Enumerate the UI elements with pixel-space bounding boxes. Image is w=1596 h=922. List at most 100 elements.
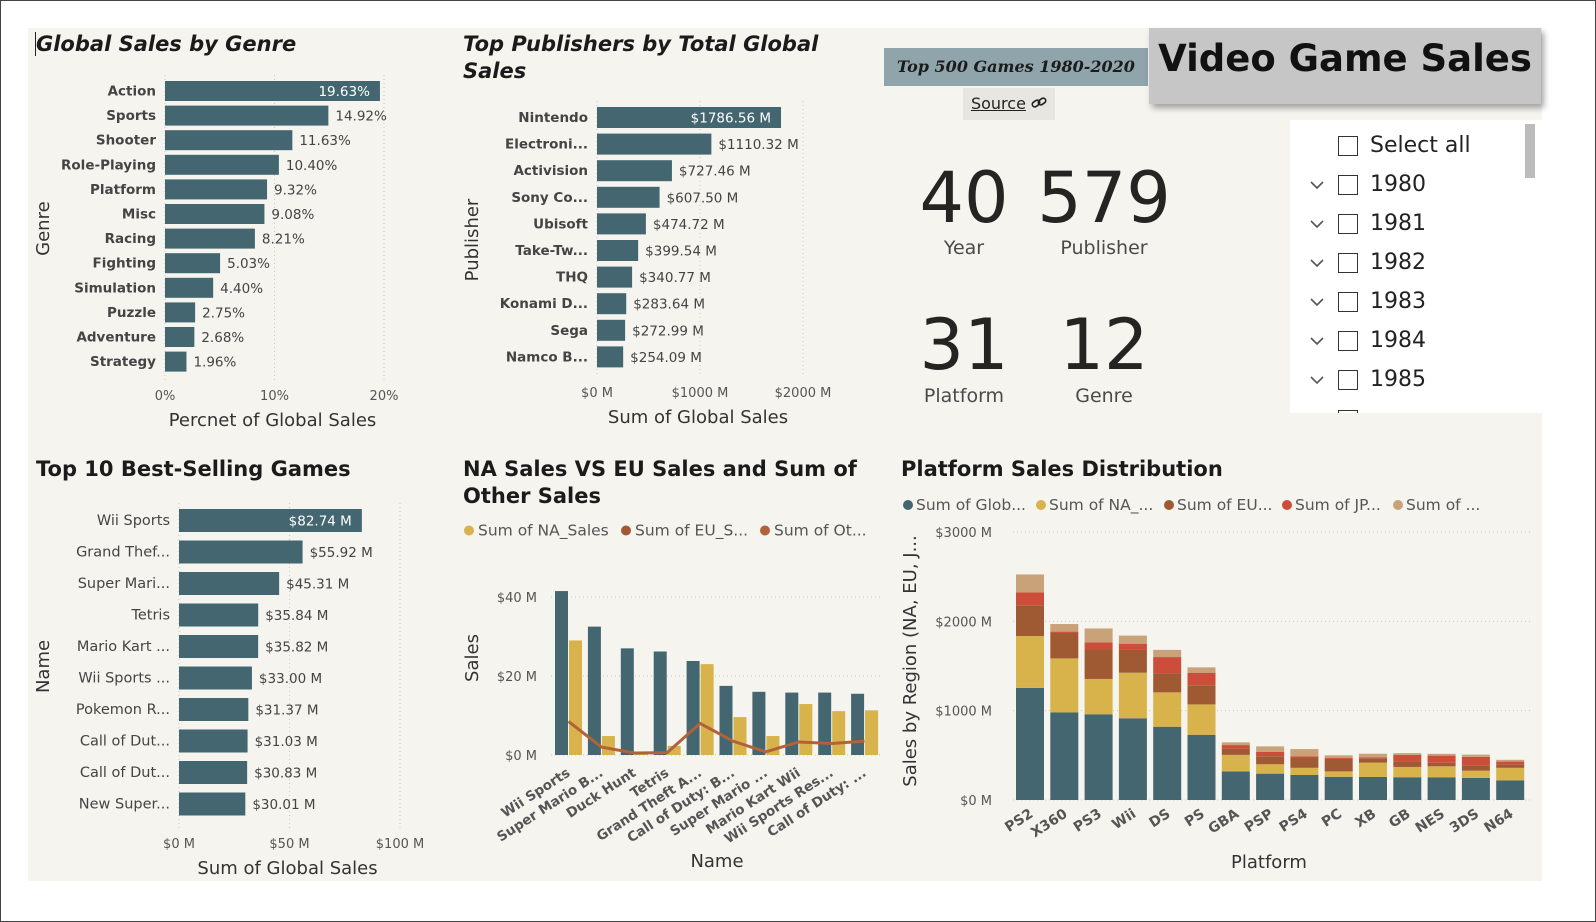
bar-segment: [1256, 756, 1285, 765]
kpi-publisher-label: Publisher: [1060, 237, 1148, 259]
x-axis-title: Sum of Global Sales: [608, 407, 788, 428]
kpi-platform-label: Platform: [923, 385, 1005, 407]
category-label: THQ: [556, 270, 588, 286]
bar: [597, 266, 633, 288]
bar: [851, 693, 865, 755]
chart-title-games: Top 10 Best-Selling Games: [36, 457, 351, 481]
data-label: $30.83 M: [254, 766, 317, 782]
x-tick-label: $50 M: [269, 837, 309, 852]
bar-segment: [1050, 712, 1079, 800]
slicer-item-label: 1983: [1370, 289, 1426, 314]
bar-segment: [1016, 592, 1044, 606]
bar: [165, 302, 196, 323]
bar: [818, 692, 832, 755]
bar-segment: [1359, 776, 1387, 800]
chart-title-platform: Platform Sales Distribution: [901, 457, 1223, 481]
bar-segment: [1221, 748, 1250, 755]
bar: [832, 711, 846, 755]
data-label: $55.92 M: [310, 545, 373, 561]
checkbox-icon[interactable]: [1338, 136, 1358, 156]
data-label: $1110.32 M: [718, 137, 798, 153]
bar: [752, 691, 766, 755]
bar-segment: [1153, 692, 1182, 727]
checkbox-icon[interactable]: [1338, 214, 1358, 234]
bar-segment: [1187, 672, 1216, 686]
x-tick-label: GB: [1386, 806, 1413, 831]
x-tick-label: 0%: [155, 389, 176, 404]
bar: [686, 660, 700, 755]
bar-segment: [1461, 765, 1490, 771]
data-label: $31.03 M: [255, 734, 318, 750]
bar: [569, 640, 582, 755]
y-tick-label: $40 M: [497, 591, 537, 606]
bar: [597, 160, 672, 182]
checkbox-icon[interactable]: [1338, 253, 1358, 273]
slicer-item-1982[interactable]: 1982: [1290, 250, 1522, 284]
na-eu-chart: Sum of NA_Sales Sum of EU_S... Sum of Ot..…: [462, 522, 880, 872]
x-tick-label: PS3: [1071, 806, 1105, 836]
data-label: $30.01 M: [252, 797, 315, 813]
checkbox-icon[interactable]: [1338, 370, 1358, 390]
chevron-down-icon[interactable]: [1308, 293, 1326, 311]
bar: [179, 603, 259, 627]
bar-segment: [1427, 777, 1456, 800]
y-axis-title: Publisher: [462, 198, 483, 281]
bar: [620, 648, 634, 755]
category-label: Activision: [513, 163, 588, 179]
bar-segment: [1496, 780, 1525, 800]
bar-segment: [1016, 636, 1044, 688]
slicer-item-1983[interactable]: 1983: [1290, 289, 1522, 323]
data-label: 2.68%: [201, 330, 244, 346]
source-button[interactable]: Source: [963, 88, 1055, 120]
checkbox-icon[interactable]: [1338, 410, 1358, 413]
x-tick-label: 20%: [370, 389, 399, 404]
y-tick-label: $20 M: [497, 670, 537, 685]
bar-segment: [1084, 678, 1113, 715]
slicer-item-partial[interactable]: [1290, 407, 1522, 413]
x-tick-label: Wii: [1109, 806, 1139, 833]
slicer-item-1984[interactable]: 1984: [1290, 328, 1522, 362]
checkbox-icon[interactable]: [1338, 292, 1358, 312]
chevron-down-icon[interactable]: [1308, 371, 1326, 389]
slicer-item-1981[interactable]: 1981: [1290, 211, 1522, 245]
slicer-item-1985[interactable]: 1985: [1290, 367, 1522, 401]
bar-segment: [1084, 714, 1113, 800]
legend-label: Sum of Glob...: [916, 496, 1026, 514]
chart-title-publisher: Top Publishers by Total Global Sales: [463, 32, 819, 83]
y-axis-title: Sales: [462, 634, 483, 682]
data-label: $1786.56 M: [691, 111, 771, 127]
genre-chart: 0% 10% 20% Action 19.63% Sports 14.92% Shooter 1…: [33, 75, 399, 431]
data-label: 9.08%: [271, 207, 314, 223]
slicer-select-all-label: Select all: [1370, 133, 1471, 158]
bar: [653, 651, 667, 755]
y-tick-label: $3000 M: [935, 526, 992, 541]
x-tick-label: PS: [1182, 806, 1208, 830]
bar-segment: [1256, 773, 1285, 800]
bar-segment: [1496, 764, 1525, 768]
legend-label: Sum of NA_Sales: [478, 522, 609, 541]
slicer-scrollbar[interactable]: [1525, 124, 1535, 178]
kpi-year-label: Year: [943, 237, 985, 259]
bar: [165, 105, 329, 126]
chevron-down-icon[interactable]: [1308, 254, 1326, 272]
bar: [597, 213, 646, 235]
slicer-item-1980[interactable]: 1980: [1290, 172, 1522, 206]
category-label: Simulation: [74, 280, 156, 296]
chevron-down-icon[interactable]: [1308, 332, 1326, 350]
slicer-select-all[interactable]: Select all: [1290, 133, 1522, 167]
category-label: Platform: [90, 182, 156, 198]
checkbox-icon[interactable]: [1338, 331, 1358, 351]
bar-segment: [1153, 649, 1182, 658]
y-tick-label: $1000 M: [935, 705, 992, 720]
data-label: $399.54 M: [645, 244, 717, 260]
y-tick-label: $0 M: [505, 749, 537, 764]
chevron-down-icon[interactable]: [1308, 176, 1326, 194]
bar-segment: [1324, 758, 1353, 772]
legend-label: Sum of EU_S...: [635, 522, 748, 541]
category-label: Shooter: [96, 133, 156, 149]
category-label: Nintendo: [518, 110, 588, 126]
chevron-down-icon[interactable]: [1308, 215, 1326, 233]
x-tick-label: N64: [1481, 806, 1516, 837]
report-subtitle: Top 500 Games 1980-2020: [884, 48, 1148, 86]
checkbox-icon[interactable]: [1338, 175, 1358, 195]
